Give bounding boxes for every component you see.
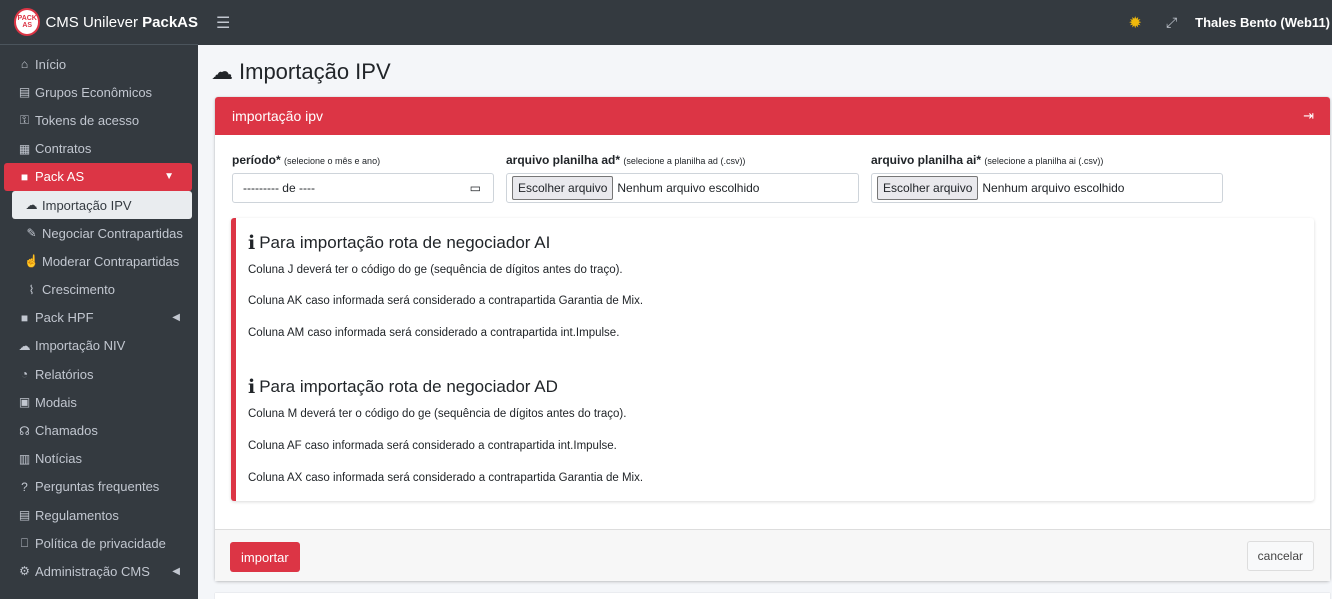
sidebar-item-moderar[interactable]: ☝ Moderar Contrapartidas: [0, 247, 198, 275]
callout-line: Coluna J deverá ter o código do ge (sequ…: [248, 264, 623, 276]
sidebar: PACK AS CMS Unilever PackAS ⌂ Início ▤ Gru…: [0, 0, 198, 599]
sidebar-item-administracao[interactable]: ⚙ Administração CMS ◀: [0, 557, 198, 585]
periodo-label: período* (selecione o mês e ano): [232, 153, 381, 167]
planilha-ai-label: arquivo planilha ai* (selecione a planil…: [871, 153, 1104, 167]
theme-toggle-icon[interactable]: ✹: [1129, 13, 1142, 33]
sidebar-item-tokens[interactable]: ⚿ Tokens de acesso: [0, 106, 198, 134]
fullscreen-icon[interactable]: ⤢: [1166, 14, 1177, 31]
sidebar-item-modais[interactable]: ▣ Modais: [0, 388, 198, 416]
callout-line: Coluna AF caso informada será considerad…: [248, 440, 617, 452]
periodo-input[interactable]: --------- de ---- ▭: [232, 173, 494, 203]
cancel-button[interactable]: cancelar: [1246, 541, 1314, 571]
sidebar-item-pack-as[interactable]: ■ Pack AS ▼: [4, 162, 192, 191]
callout-line: Coluna AM caso informada será considerad…: [248, 327, 620, 339]
sidebar-item-inicio[interactable]: ⌂ Início: [0, 50, 198, 78]
menu-toggle-icon[interactable]: ☰: [216, 13, 230, 33]
periodo-group: período* (selecione o mês e ano) -------…: [232, 153, 494, 203]
home-icon: ⌂: [20, 57, 29, 72]
thumbs-up-icon: ☝: [24, 254, 39, 269]
brand-logo: PACK AS: [14, 8, 41, 36]
sidebar-item-noticias[interactable]: ▥ Notícias: [0, 445, 198, 473]
cloud-upload-icon: ☁: [18, 338, 31, 353]
user-menu[interactable]: Thales Bento (Web11): [1195, 15, 1330, 30]
sidebar-item-relatorios[interactable]: ◔ Relatórios: [0, 360, 198, 388]
callout-line: Coluna AX caso informada será considerad…: [248, 472, 644, 484]
key-icon: ⚿: [19, 112, 30, 127]
instructions-callout: i Para importação rota de negociador AI C…: [231, 218, 1314, 501]
card-footer: importar cancelar: [215, 529, 1330, 581]
brand-name: CMS Unilever PackAS: [45, 13, 198, 31]
page-title: ☁ Importação IPV: [211, 59, 391, 84]
secondary-card: [215, 593, 1330, 599]
pie-chart-icon: ◔: [20, 367, 29, 382]
inbox-icon: ▣: [18, 395, 31, 410]
chevron-left-icon: ◀: [172, 565, 180, 577]
bookmark-icon: ⎕: [20, 535, 29, 550]
sidebar-nav: ⌂ Início ▤ Grupos Econômicos ⚿ Tokens de ac…: [0, 45, 198, 586]
planilha-ad-choose-button[interactable]: Escolher arquivo: [512, 176, 614, 200]
planilha-ai-choose-button[interactable]: Escolher arquivo: [877, 176, 979, 200]
edit-icon: ✎: [26, 226, 37, 241]
callout-title-ai: i Para importação rota de negociador AI: [248, 232, 551, 254]
brand[interactable]: PACK AS CMS Unilever PackAS: [0, 0, 198, 45]
document-icon: ▤: [18, 508, 31, 523]
sidebar-item-grupos[interactable]: ▤ Grupos Econômicos: [0, 78, 198, 106]
planilha-ai-input[interactable]: Escolher arquivo Nenhum arquivo escolhido: [871, 173, 1223, 203]
question-icon: ?: [21, 479, 28, 494]
sidebar-item-negociar[interactable]: ✎ Negociar Contrapartidas: [0, 219, 198, 247]
folder-icon: ■: [20, 169, 29, 184]
sidebar-item-importacao-niv[interactable]: ☁ Importação NIV: [0, 332, 198, 360]
planilha-ad-input[interactable]: Escolher arquivo Nenhum arquivo escolhido: [506, 173, 859, 203]
calendar-icon[interactable]: ▭: [470, 181, 481, 195]
callout-title-ad: i Para importação rota de negociador AD: [248, 376, 558, 398]
sidebar-item-pack-hpf[interactable]: ■ Pack HPF ◀: [0, 304, 198, 332]
topbar: ☰ ✹ ⤢ Thales Bento (Web11): [198, 0, 1332, 45]
sidebar-item-regulamentos[interactable]: ▤ Regulamentos: [0, 501, 198, 529]
cloud-upload-icon: ☁: [25, 198, 38, 213]
import-card: importação ipv ⇥ período* (selecione o m…: [215, 97, 1330, 581]
info-icon: i: [248, 232, 256, 254]
topbar-right: ✹ ⤢ Thales Bento (Web11): [1129, 13, 1332, 33]
chart-line-icon: ⌇: [28, 282, 35, 297]
planilha-ai-group: arquivo planilha ai* (selecione a planil…: [871, 153, 1223, 203]
card-header: importação ipv ⇥: [215, 97, 1330, 135]
store-icon: ▤: [18, 85, 31, 100]
planilha-ad-group: arquivo planilha ad* (selecione a planil…: [506, 153, 859, 203]
chevron-left-icon: ◀: [172, 312, 180, 324]
callout-line: Coluna M deverá ter o código do ge (sequ…: [248, 408, 627, 420]
sidebar-item-perguntas[interactable]: ? Perguntas frequentes: [0, 473, 198, 501]
callout-line: Coluna AK caso informada será considerad…: [248, 295, 644, 307]
import-button[interactable]: importar: [230, 542, 300, 572]
sidebar-item-politica[interactable]: ⎕ Política de privacidade: [0, 529, 198, 557]
cloud-upload-icon: ☁: [211, 59, 233, 84]
sidebar-item-crescimento[interactable]: ⌇ Crescimento: [0, 276, 198, 304]
sidebar-item-chamados[interactable]: ☊ Chamados: [0, 416, 198, 444]
chevron-down-icon: ▼: [164, 171, 174, 183]
gears-icon: ⚙: [19, 564, 30, 579]
file-icon: ▦: [18, 141, 31, 156]
main-content: ☁ Importação IPV importação ipv ⇥ períod…: [198, 45, 1332, 599]
sidebar-item-contratos[interactable]: ▦ Contratos: [0, 135, 198, 163]
info-icon: i: [248, 376, 256, 398]
sign-in-icon[interactable]: ⇥: [1303, 108, 1314, 124]
headset-icon: ☊: [19, 423, 30, 438]
sidebar-item-importacao-ipv[interactable]: ☁ Importação IPV: [12, 190, 192, 220]
newspaper-icon: ▥: [18, 451, 31, 466]
planilha-ad-label: arquivo planilha ad* (selecione a planil…: [506, 153, 746, 167]
folder-icon: ■: [20, 310, 29, 325]
